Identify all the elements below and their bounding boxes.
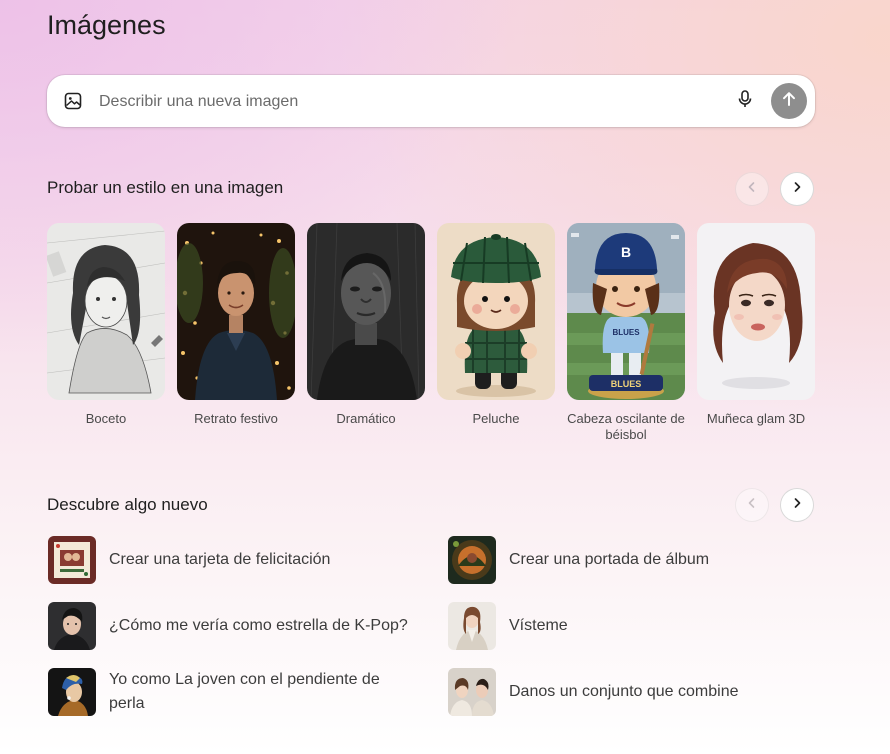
discover-next-button[interactable] [780,488,814,522]
page-title: Imágenes [47,10,166,40]
style-card-label: Dramático [336,411,396,426]
plush-doll-image [437,223,555,400]
matching-outfit-thumb [448,668,496,716]
idea-label: Yo como La joven con el pendiente de per… [109,671,380,712]
pearl-earring-thumb [48,668,96,716]
discover-section-title: Descubre algo nuevo [47,495,208,514]
send-button[interactable] [771,83,807,119]
festive-portrait-image [177,223,295,400]
style-card-festive[interactable]: Retrato festivo [177,223,295,427]
idea-dress-me[interactable]: Vísteme [448,602,568,650]
bobblehead-jersey-text: BLUES [612,328,640,337]
sketch-portrait-image [47,223,165,400]
baseball-bobblehead-image: BLUES BLUES B [567,223,685,400]
idea-label: Crear una portada de álbum [509,551,710,568]
idea-greeting-card[interactable]: Crear una tarjeta de felicitación [48,536,330,584]
style-card-dramatic[interactable]: Dramático [307,223,425,427]
glam-doll-3d-image [697,223,815,400]
album-cover-thumb [448,536,496,584]
idea-pearl-earring[interactable]: Yo como La joven con el pendiente de per… [48,668,399,716]
style-card-sketch[interactable]: Boceto [47,223,165,427]
style-card-label: Muñeca glam 3D [706,411,806,426]
prompt-bar [47,75,815,127]
style-card-plush[interactable]: Peluche [437,223,555,427]
idea-label: ¿Cómo me vería como estrella de K-Pop? [109,617,408,634]
idea-kpop-star[interactable]: ¿Cómo me vería como estrella de K-Pop? [48,602,408,650]
discover-prev-button[interactable] [735,488,769,522]
idea-label: Crear una tarjeta de felicitación [109,551,331,568]
bobblehead-cap-letter: B [621,244,631,260]
style-card-label: Peluche [472,411,520,426]
style-card-glam-doll[interactable]: Muñeca glam 3D [697,223,815,427]
dramatic-portrait-image [307,223,425,400]
mic-icon [738,89,752,113]
image-icon[interactable] [64,92,82,110]
chevron-left-icon [746,180,758,198]
chevron-right-icon [791,180,803,198]
prompt-input[interactable] [97,89,701,115]
style-card-label: Retrato festivo [194,411,278,426]
style-card-bobblehead[interactable]: BLUES BLUES B Cabeza oscilante de béisbo… [567,223,685,443]
fashion-thumb [448,602,496,650]
bobblehead-base-text: BLUES [611,379,642,389]
style-card-label: Boceto [85,411,127,426]
styles-section-title: Probar un estilo en una imagen [47,178,284,197]
styles-next-button[interactable] [780,172,814,206]
chevron-left-icon [746,496,758,514]
styles-prev-button[interactable] [735,172,769,206]
greeting-card-thumb [48,536,96,584]
styles-carousel: Boceto Retrato festivo Dramático Peluche… [47,223,815,453]
idea-matching-outfit[interactable]: Danos un conjunto que combine [448,668,739,716]
idea-label: Danos un conjunto que combine [509,683,739,700]
idea-album-cover[interactable]: Crear una portada de álbum [448,536,709,584]
mic-button[interactable] [733,89,757,113]
chevron-right-icon [791,496,803,514]
kpop-star-thumb [48,602,96,650]
style-card-label: Cabeza oscilante de béisbol [567,411,685,442]
arrow-up-icon [781,91,797,112]
idea-label: Vísteme [509,617,568,634]
